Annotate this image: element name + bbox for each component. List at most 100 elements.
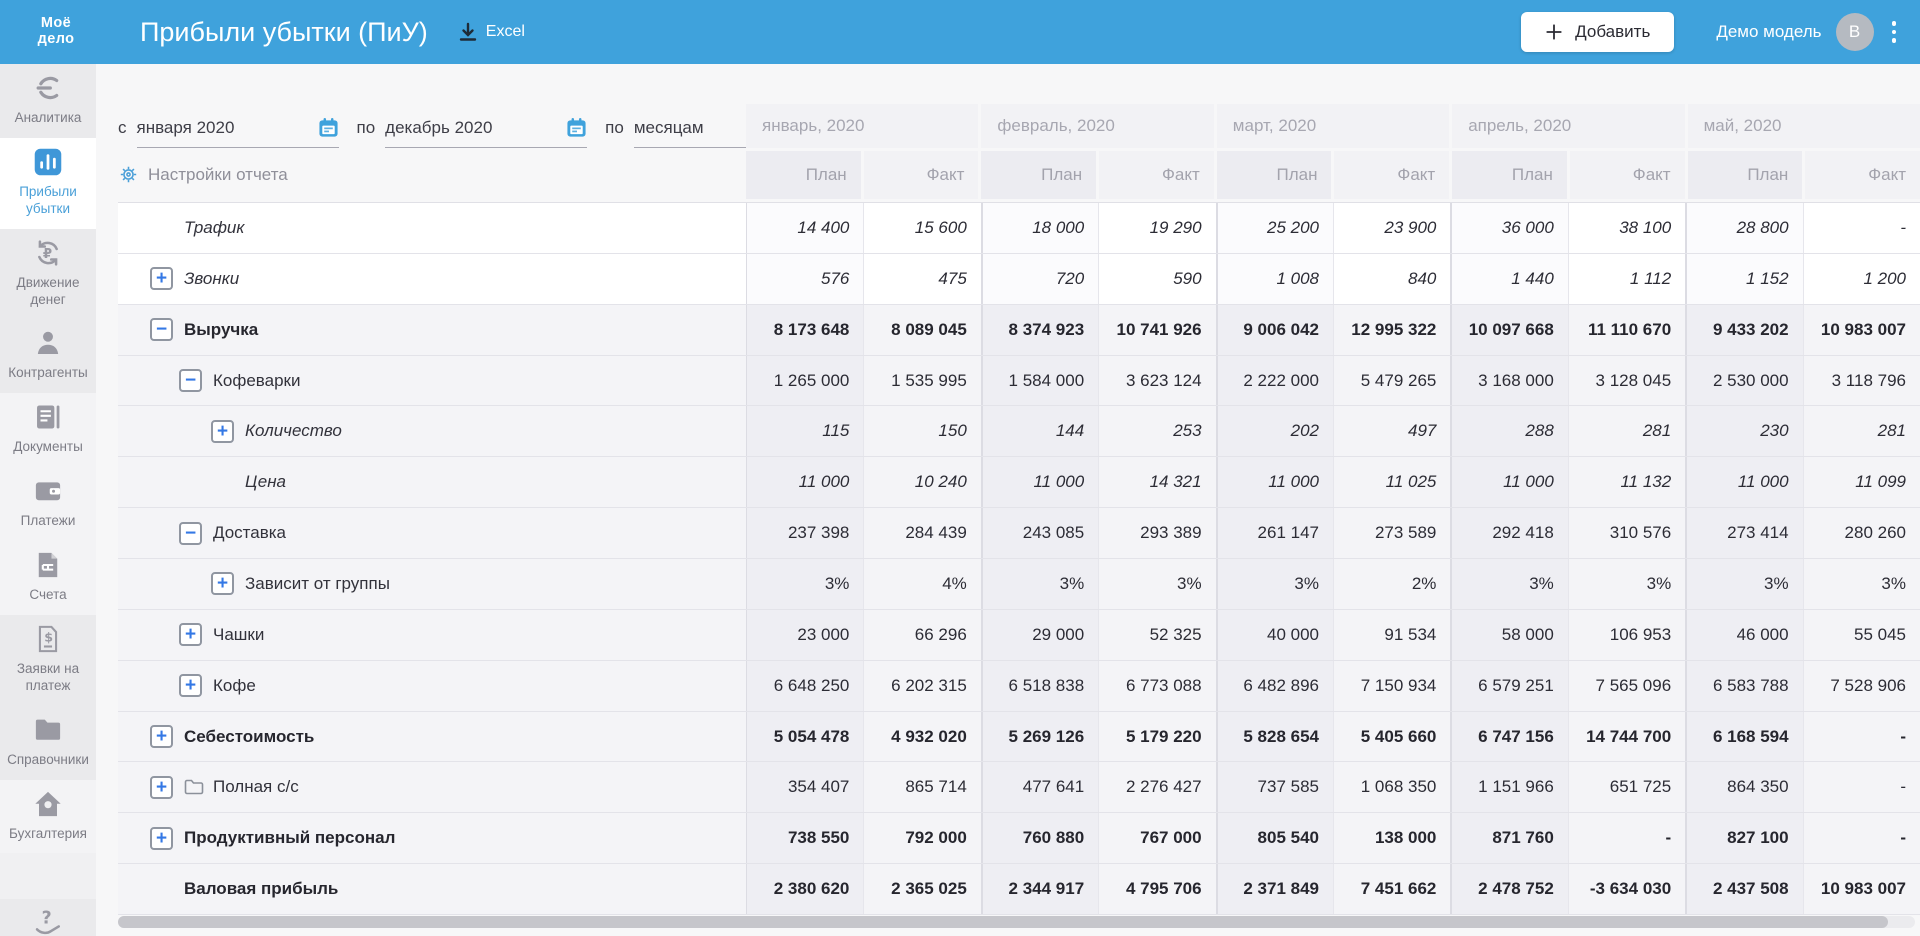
cell-plan: 46 000 (1685, 609, 1803, 660)
cell-fact: 38 100 (1567, 203, 1686, 253)
calendar-icon[interactable] (566, 117, 587, 138)
account-name[interactable]: Демо модель (1716, 22, 1821, 42)
svg-text:?: ? (42, 909, 52, 929)
expand-toggle[interactable]: + (211, 419, 234, 443)
cell-fact: 792 000 (863, 813, 981, 864)
expand-toggle[interactable]: + (150, 775, 173, 799)
expand-toggle[interactable]: + (211, 572, 234, 596)
row-label: Выручка (184, 319, 259, 339)
sidebar-item-analytics[interactable]: Аналитика (0, 64, 96, 138)
avatar[interactable]: В (1835, 13, 1874, 51)
filters: с января 2020 по декабрь 2020 по месяцам (118, 96, 794, 148)
app-logo[interactable]: Моё дело (26, 16, 86, 47)
row-label-cell: + Полная с/с (118, 762, 746, 813)
cell-plan: 11 000 (1685, 457, 1803, 508)
sidebar-item-profit-loss[interactable]: Прибыли убытки (0, 137, 96, 229)
collapse-toggle[interactable]: − (150, 318, 173, 342)
table-row: − Кофеварки 1 265 000 1 535 995 1 584 000 3 6… (118, 355, 1920, 407)
sidebar-item-money-flow[interactable]: ₽ Движение денег (0, 228, 96, 320)
scrollbar-thumb[interactable] (118, 916, 1889, 928)
date-to-value: декабрь 2020 (385, 118, 493, 137)
cell-plan: 760 880 (980, 813, 1099, 864)
date-to-label: по (356, 118, 376, 137)
add-button-label: Добавить (1575, 22, 1651, 41)
cell-fact: - (1567, 813, 1686, 864)
directories-icon (33, 715, 63, 745)
cell-fact: 3 623 124 (1098, 355, 1216, 406)
cell-fact: 284 439 (863, 508, 981, 559)
row-label-cell: + Себестоимость (118, 711, 746, 762)
collapse-toggle[interactable]: − (179, 369, 202, 392)
cell-plan: 261 147 (1215, 508, 1333, 559)
month-header: январь, 2020 (746, 104, 979, 148)
cell-plan: 3% (1215, 559, 1333, 609)
month-header: март, 2020 (1216, 104, 1450, 148)
report-table: +Трафик14 40015 60018 00019 29025 20023 … (118, 202, 1920, 916)
cell-plan: 8 374 923 (980, 304, 1099, 355)
cell-fact: 19 290 (1098, 203, 1216, 253)
cell-fact: 2% (1333, 559, 1451, 609)
sidebar-item-invoices[interactable]: Счета (0, 541, 96, 615)
report-settings-button[interactable]: Настройки отчета (118, 164, 288, 185)
sidebar-item-documents[interactable]: Документы (0, 393, 96, 468)
payments-icon (33, 476, 63, 506)
table-row: +Трафик14 40015 60018 00019 29025 20023 … (118, 203, 1920, 254)
cell-plan: 805 540 (1215, 813, 1333, 864)
collapse-toggle[interactable]: − (179, 521, 202, 545)
cell-plan: 737 585 (1215, 762, 1333, 813)
cell-plan: 115 (746, 406, 864, 457)
cell-fact: 14 744 700 (1567, 711, 1686, 762)
cell-fact: 1 112 (1567, 253, 1686, 304)
cell-plan: 8 173 648 (746, 304, 864, 355)
sidebar-item-payments[interactable]: Платежи (0, 467, 96, 541)
expand-toggle[interactable]: + (179, 674, 202, 698)
table-row: + Звонки 576 475 720 590 1 008 840 1 440 1 112 1 1… (118, 253, 1920, 305)
cell-fact: -3 634 030 (1567, 864, 1686, 915)
expand-toggle[interactable]: + (150, 826, 173, 850)
cell-fact: 273 589 (1333, 508, 1451, 559)
report-settings-label: Настройки отчета (148, 164, 288, 184)
cell-fact: 475 (863, 253, 981, 304)
sidebar-item-directories[interactable]: Справочники (0, 705, 96, 780)
svg-text:$: $ (44, 629, 53, 644)
sidebar-item-accounting[interactable]: Бухгалтерия (0, 779, 96, 854)
date-from-field[interactable]: января 2020 (136, 117, 339, 148)
sidebar-item-training[interactable]: ?Обучение (0, 899, 96, 936)
cell-fact: 7 565 096 (1567, 660, 1686, 711)
cell-plan: 864 350 (1685, 762, 1803, 813)
cell-fact: 10 983 007 (1802, 864, 1920, 915)
cell-plan: 273 414 (1685, 508, 1803, 559)
cell-fact: 497 (1333, 406, 1451, 457)
cell-fact: 2 365 025 (863, 864, 981, 915)
cell-plan: 2 530 000 (1685, 355, 1803, 406)
cell-fact: - (1802, 203, 1920, 253)
sidebar-item-label: Заявки на платеж (16, 660, 80, 693)
column-header-fact: Факт (1805, 151, 1920, 199)
excel-button[interactable]: Excel (458, 22, 525, 42)
h-scrollbar[interactable] (118, 916, 1915, 928)
sidebar-item-contractors[interactable]: Контрагенты (0, 319, 96, 394)
cell-fact: 11 132 (1567, 457, 1686, 508)
cell-fact: 1 068 350 (1333, 762, 1451, 813)
calendar-icon[interactable] (318, 117, 339, 138)
kebab-menu-icon[interactable] (1891, 21, 1896, 43)
cell-plan: 11 000 (980, 457, 1099, 508)
expand-toggle[interactable]: + (150, 725, 173, 749)
cell-plan: 5 828 654 (1215, 711, 1333, 762)
cell-fact: 10 741 926 (1098, 304, 1216, 355)
expand-toggle[interactable]: + (150, 267, 173, 291)
cell-plan: 292 418 (1450, 508, 1568, 559)
cell-fact: 865 714 (863, 762, 981, 813)
expand-toggle[interactable]: + (179, 623, 202, 647)
column-header-plan: План (1216, 151, 1332, 199)
sidebar-item-payment-requests[interactable]: $ Заявки на платеж (0, 614, 96, 706)
cell-fact: 12 995 322 (1333, 304, 1451, 355)
row-label: Звонки (184, 268, 240, 288)
cell-plan: 36 000 (1450, 203, 1568, 253)
cell-fact: 4% (863, 559, 981, 609)
cell-plan: 28 800 (1685, 203, 1803, 253)
date-to-field[interactable]: декабрь 2020 (385, 117, 588, 148)
table-row: − Выручка 8 173 648 8 089 045 8 374 923 10 74… (118, 304, 1920, 356)
cell-fact: 3 128 045 (1567, 355, 1686, 406)
add-button[interactable]: Добавить (1521, 12, 1675, 52)
